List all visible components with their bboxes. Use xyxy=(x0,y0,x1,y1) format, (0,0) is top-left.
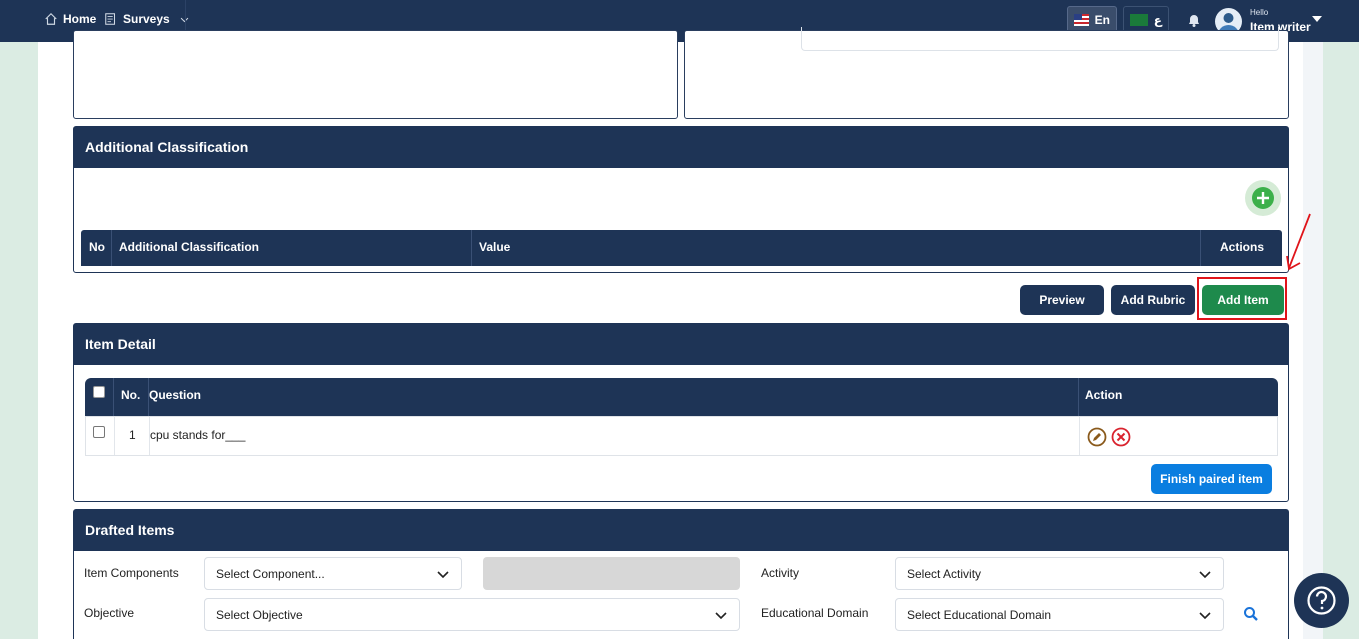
annotation-arrow-icon xyxy=(1286,213,1311,271)
chevron-down-icon xyxy=(1199,571,1211,579)
us-flag-icon xyxy=(1074,14,1089,26)
upper-left-panel xyxy=(73,30,678,119)
item-detail-table-header: No. Question Action xyxy=(85,378,1278,416)
objective-select[interactable]: Select Objective xyxy=(204,598,740,631)
col-actions: Actions xyxy=(1220,240,1265,254)
col-divider xyxy=(114,417,115,455)
col-value: Value xyxy=(479,240,511,254)
survey-icon xyxy=(105,13,116,25)
row-no: 1 xyxy=(129,428,136,442)
chevron-down-icon xyxy=(437,571,449,579)
bell-icon[interactable] xyxy=(1186,12,1202,28)
col-question: Question xyxy=(149,388,202,402)
activity-label: Activity xyxy=(761,566,800,580)
objective-label: Objective xyxy=(84,606,135,620)
educational-domain-value: Select Educational Domain xyxy=(907,608,1052,622)
activity-select[interactable]: Select Activity xyxy=(895,557,1224,590)
language-en-label: En xyxy=(1094,13,1110,27)
add-classification-button[interactable] xyxy=(1245,180,1281,216)
col-action: Action xyxy=(1085,388,1123,402)
chevron-down-icon xyxy=(1199,612,1211,620)
col-divider xyxy=(113,378,114,416)
nav-surveys-label: Surveys xyxy=(123,12,170,26)
col-divider xyxy=(111,230,112,266)
educational-domain-label: Educational Domain xyxy=(761,606,869,620)
row-checkbox[interactable] xyxy=(93,426,105,438)
col-no: No. xyxy=(121,388,141,402)
home-icon xyxy=(45,12,57,25)
item-components-label: Item Components xyxy=(84,566,179,580)
upper-right-panel xyxy=(684,27,1289,119)
add-rubric-button[interactable]: Add Rubric xyxy=(1111,285,1195,315)
activity-value: Select Activity xyxy=(907,567,982,581)
additional-classification-title: Additional Classification xyxy=(74,127,1288,168)
nav-surveys[interactable]: Surveys xyxy=(104,12,190,26)
preview-button[interactable]: Preview xyxy=(1020,285,1104,315)
greeting-text: Hello xyxy=(1250,8,1269,17)
question-circle-icon xyxy=(1307,586,1336,615)
plus-circle-icon xyxy=(1252,187,1274,209)
nav-home-label: Home xyxy=(63,12,97,26)
col-divider xyxy=(1079,417,1080,455)
select-all-checkbox[interactable] xyxy=(93,386,105,398)
highlight-box xyxy=(1197,277,1287,320)
col-divider xyxy=(1200,230,1201,266)
search-icon[interactable] xyxy=(1243,606,1259,622)
table-row: 1 cpu stands for___ xyxy=(85,416,1278,456)
upper-right-field[interactable] xyxy=(801,27,1279,51)
classification-table-header: No Additional Classification Value Actio… xyxy=(81,230,1282,266)
item-detail-panel: Item Detail No. Question Action 1 cpu st… xyxy=(73,323,1289,502)
item-components-select[interactable]: Select Component... xyxy=(204,557,462,590)
right-gutter xyxy=(1303,42,1323,639)
additional-classification-panel: Additional Classification No Additional … xyxy=(73,126,1289,273)
item-detail-title: Item Detail xyxy=(74,324,1288,365)
row-question: cpu stands for___ xyxy=(150,428,246,442)
col-divider xyxy=(1078,378,1079,416)
educational-domain-select[interactable]: Select Educational Domain xyxy=(895,598,1224,631)
finish-paired-item-button[interactable]: Finish paired item xyxy=(1151,464,1272,494)
edit-icon[interactable] xyxy=(1087,427,1107,447)
language-ar-label: ع xyxy=(1153,13,1162,27)
objective-value: Select Objective xyxy=(216,608,303,622)
disabled-field xyxy=(483,557,740,590)
nav-home[interactable]: Home xyxy=(44,12,96,26)
col-additional-classification: Additional Classification xyxy=(119,240,260,254)
delete-icon[interactable] xyxy=(1111,427,1131,447)
col-divider xyxy=(471,230,472,266)
user-menu-caret-icon[interactable] xyxy=(1312,16,1322,22)
col-no: No xyxy=(89,240,105,254)
help-button[interactable] xyxy=(1294,573,1349,628)
drafted-items-title: Drafted Items xyxy=(74,510,1288,551)
chevron-down-icon xyxy=(715,612,727,620)
item-components-value: Select Component... xyxy=(216,567,325,581)
saudi-flag-icon xyxy=(1130,14,1148,26)
